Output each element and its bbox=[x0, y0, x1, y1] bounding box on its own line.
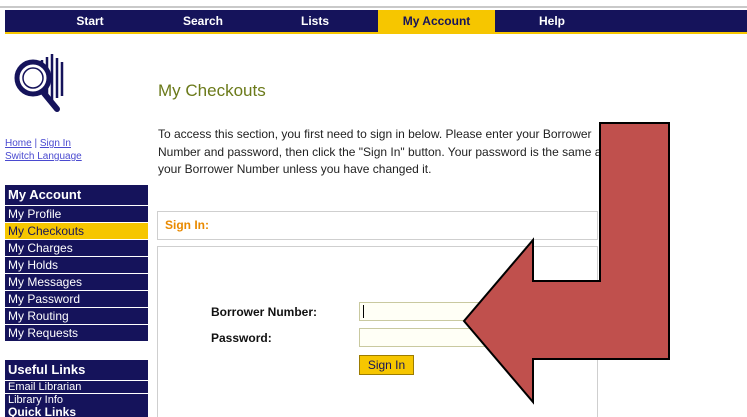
sidebar-item-my-messages[interactable]: My Messages bbox=[5, 273, 148, 290]
sidebar-useful-links: Useful Links Email Librarian Library Inf… bbox=[5, 360, 148, 417]
borrower-number-field[interactable] bbox=[359, 302, 509, 321]
text-caret bbox=[363, 305, 364, 318]
page-title: My Checkouts bbox=[158, 81, 266, 100]
nav-underline bbox=[5, 32, 747, 34]
sidebar-my-account: My Account My Profile My Checkouts My Ch… bbox=[5, 185, 148, 341]
home-link[interactable]: Home bbox=[5, 138, 32, 149]
tab-search[interactable]: Search bbox=[153, 10, 253, 32]
sidebar-item-my-charges[interactable]: My Charges bbox=[5, 239, 148, 256]
sidebar-item-email-librarian[interactable]: Email Librarian bbox=[5, 380, 148, 393]
link-separator: | bbox=[34, 138, 38, 149]
tab-help[interactable]: Help bbox=[502, 10, 602, 32]
library-logo-icon bbox=[14, 54, 64, 112]
borrower-number-label: Borrower Number: bbox=[211, 305, 318, 319]
top-strip bbox=[0, 6, 747, 8]
password-field[interactable] bbox=[359, 328, 509, 347]
sign-in-link[interactable]: Sign In bbox=[40, 138, 71, 149]
tab-lists[interactable]: Lists bbox=[265, 10, 365, 32]
sidebar-item-my-checkouts[interactable]: My Checkouts bbox=[5, 222, 148, 239]
sidebar-item-library-info[interactable]: Library Info bbox=[5, 393, 148, 406]
sidebar-heading-my-account: My Account bbox=[5, 185, 148, 205]
top-navigation: Start Search Lists My Account Help bbox=[0, 0, 747, 34]
header-links: Home | Sign In Switch Language bbox=[5, 137, 82, 163]
sidebar-heading-useful-links: Useful Links bbox=[5, 360, 148, 380]
sidebar-heading-quick-links: Quick Links bbox=[5, 406, 148, 417]
sidebar-item-my-holds[interactable]: My Holds bbox=[5, 256, 148, 273]
tab-start[interactable]: Start bbox=[40, 10, 140, 32]
sign-in-button[interactable]: Sign In bbox=[359, 355, 414, 375]
switch-language-link[interactable]: Switch Language bbox=[5, 151, 82, 162]
sidebar-item-my-profile[interactable]: My Profile bbox=[5, 205, 148, 222]
password-label: Password: bbox=[211, 331, 272, 345]
intro-text: To access this section, you first need t… bbox=[158, 127, 608, 176]
sidebar-item-my-password[interactable]: My Password bbox=[5, 290, 148, 307]
sidebar-item-my-routing[interactable]: My Routing bbox=[5, 307, 148, 324]
tab-my-account[interactable]: My Account bbox=[378, 10, 495, 32]
sidebar-item-my-requests[interactable]: My Requests bbox=[5, 324, 148, 341]
sign-in-heading: Sign In: bbox=[157, 211, 598, 240]
